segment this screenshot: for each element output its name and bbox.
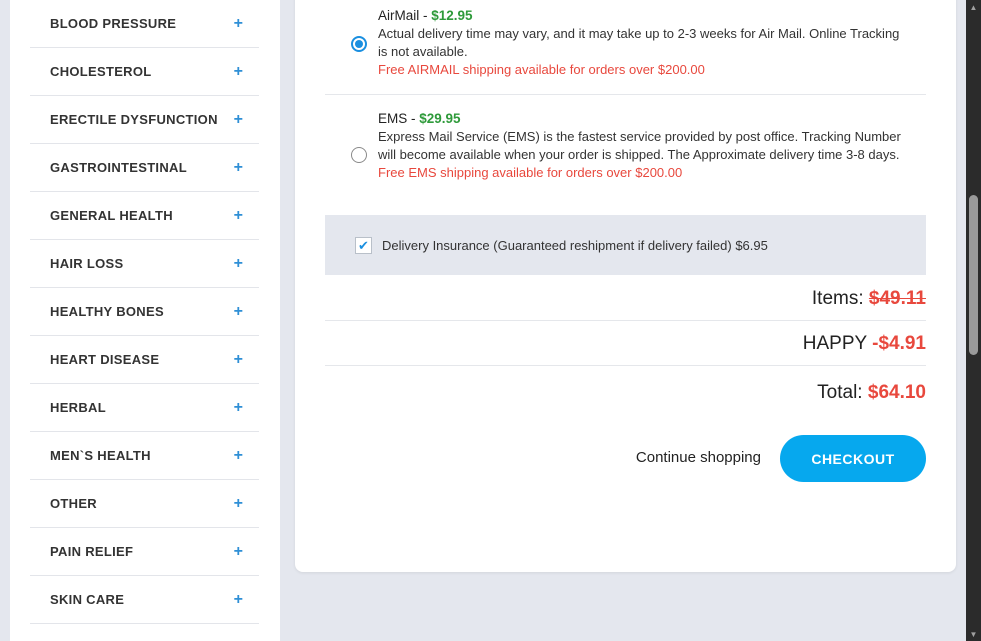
ems-separator: -	[407, 111, 420, 126]
category-item-erectile-dysfunction[interactable]: ERECTILE DYSFUNCTION +	[30, 96, 259, 144]
checkmark-icon: ✔	[358, 237, 369, 253]
airmail-title: AirMail - $12.95	[378, 7, 908, 25]
insurance-checkbox[interactable]: ✔	[355, 236, 372, 254]
category-list: BLOOD PRESSURE + CHOLESTEROL + ERECTILE DY…	[10, 0, 280, 624]
scroll-down-arrow-icon[interactable]: ▼	[966, 627, 981, 641]
category-label: HEALTHY BONES	[50, 304, 164, 319]
plus-icon[interactable]: +	[234, 495, 243, 512]
items-label: Items:	[811, 288, 864, 309]
continue-shopping-link[interactable]: Continue shopping	[636, 449, 761, 466]
airmail-description: Actual delivery time may vary, and it ma…	[378, 26, 900, 59]
category-item-healthy-bones[interactable]: HEALTHY BONES +	[30, 288, 259, 336]
plus-icon[interactable]: +	[234, 591, 243, 608]
coupon-code: HAPPY	[802, 333, 867, 354]
plus-icon[interactable]: +	[234, 15, 243, 32]
airmail-text: AirMail - $12.95 Actual delivery time ma…	[378, 7, 908, 79]
ems-radio[interactable]	[351, 147, 367, 163]
items-value: $49.11	[868, 288, 926, 309]
category-label: SKIN CARE	[50, 592, 125, 607]
category-label: CHOLESTEROL	[50, 64, 152, 79]
total-value: $64.10	[867, 382, 926, 403]
plus-icon[interactable]: +	[234, 303, 243, 320]
category-label: HEART DISEASE	[50, 352, 160, 367]
divider	[325, 320, 926, 321]
plus-icon[interactable]: +	[234, 255, 243, 272]
airmail-price: $12.95	[431, 8, 473, 23]
category-label: ERECTILE DYSFUNCTION	[50, 112, 218, 127]
plus-icon[interactable]: +	[234, 543, 243, 560]
total-label: Total:	[817, 382, 863, 403]
category-label: BLOOD PRESSURE	[50, 16, 177, 31]
ems-text: EMS - $29.95 Express Mail Service (EMS) …	[378, 110, 908, 182]
delivery-insurance: ✔ Delivery Insurance (Guaranteed reshipm…	[325, 215, 926, 275]
order-total: Total: $64.10	[325, 382, 926, 404]
shipping-option-airmail[interactable]: AirMail - $12.95 Actual delivery time ma…	[325, 0, 926, 90]
airmail-radio[interactable]	[351, 36, 367, 52]
shipping-option-ems[interactable]: EMS - $29.95 Express Mail Service (EMS) …	[325, 95, 926, 210]
airmail-separator: -	[419, 8, 432, 23]
scrollbar-thumb[interactable]	[969, 195, 978, 355]
category-item-hair-loss[interactable]: HAIR LOSS +	[30, 240, 259, 288]
divider	[325, 365, 926, 366]
ems-description: Express Mail Service (EMS) is the fastes…	[378, 129, 901, 162]
category-item-blood-pressure[interactable]: BLOOD PRESSURE +	[30, 0, 259, 48]
category-sidebar: BLOOD PRESSURE + CHOLESTEROL + ERECTILE DY…	[10, 0, 280, 641]
insurance-label[interactable]: Delivery Insurance (Guaranteed reshipmen…	[382, 238, 768, 253]
airmail-free-note: Free AIRMAIL shipping available for orde…	[378, 62, 705, 77]
category-label: OTHER	[50, 496, 97, 511]
category-item-herbal[interactable]: HERBAL +	[30, 384, 259, 432]
category-item-mens-health[interactable]: MEN`S HEALTH +	[30, 432, 259, 480]
scroll-up-arrow-icon[interactable]: ▲	[966, 0, 981, 14]
checkout-button[interactable]: CHECKOUT	[780, 435, 926, 482]
items-subtotal: Items: $49.11	[325, 288, 926, 310]
coupon-value: -$4.91	[872, 333, 926, 354]
cart-card: AirMail - $12.95 Actual delivery time ma…	[295, 0, 956, 572]
coupon-discount: HAPPY -$4.91	[325, 333, 926, 355]
ems-price: $29.95	[419, 111, 461, 126]
plus-icon[interactable]: +	[234, 399, 243, 416]
category-label: MEN`S HEALTH	[50, 448, 151, 463]
category-item-other[interactable]: OTHER +	[30, 480, 259, 528]
plus-icon[interactable]: +	[234, 351, 243, 368]
category-label: PAIN RELIEF	[50, 544, 134, 559]
category-item-general-health[interactable]: GENERAL HEALTH +	[30, 192, 259, 240]
category-item-skin-care[interactable]: SKIN CARE +	[30, 576, 259, 624]
category-label: GENERAL HEALTH	[50, 208, 173, 223]
ems-title: EMS - $29.95	[378, 110, 908, 128]
category-label: HAIR LOSS	[50, 256, 124, 271]
category-item-gastrointestinal[interactable]: GASTROINTESTINAL +	[30, 144, 259, 192]
plus-icon[interactable]: +	[234, 111, 243, 128]
category-label: HERBAL	[50, 400, 106, 415]
plus-icon[interactable]: +	[234, 207, 243, 224]
airmail-name: AirMail	[378, 8, 420, 23]
page-scrollbar[interactable]: ▲ ▼	[966, 0, 981, 641]
category-item-cholesterol[interactable]: CHOLESTEROL +	[30, 48, 259, 96]
plus-icon[interactable]: +	[234, 447, 243, 464]
category-item-heart-disease[interactable]: HEART DISEASE +	[30, 336, 259, 384]
category-item-pain-relief[interactable]: PAIN RELIEF +	[30, 528, 259, 576]
category-label: GASTROINTESTINAL	[50, 160, 187, 175]
ems-free-note: Free EMS shipping available for orders o…	[378, 165, 683, 180]
plus-icon[interactable]: +	[234, 63, 243, 80]
plus-icon[interactable]: +	[234, 159, 243, 176]
cart-actions: Continue shopping CHECKOUT	[325, 435, 926, 482]
ems-name: EMS	[378, 111, 408, 126]
